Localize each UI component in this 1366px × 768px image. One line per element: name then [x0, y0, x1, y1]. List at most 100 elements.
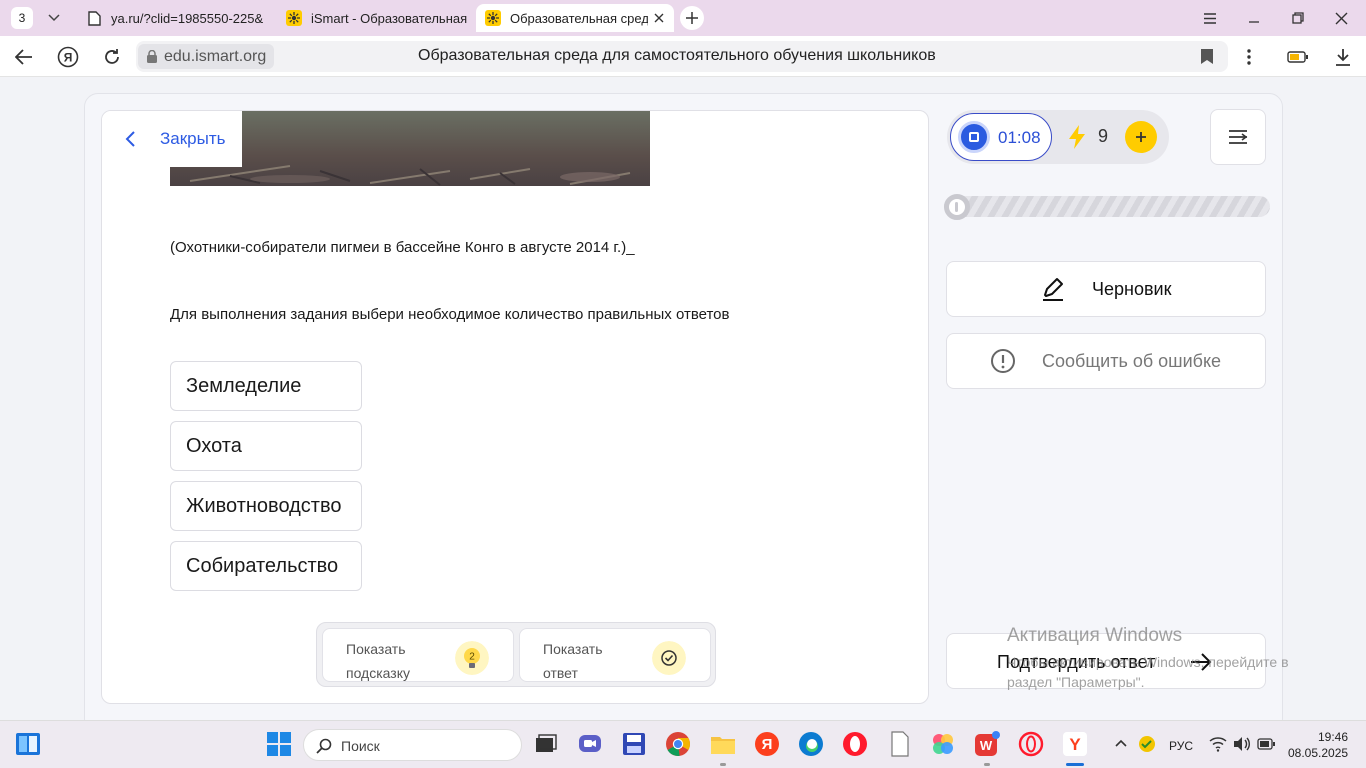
page-icon	[86, 10, 102, 26]
help-bar: Показать подсказку 2 Показать ответ	[316, 622, 716, 687]
show-hint-button[interactable]: Показать подсказку 2	[322, 628, 514, 682]
list-menu-icon	[1229, 130, 1248, 144]
address-bar: Я edu.ismart.org Образовательная среда д…	[0, 36, 1366, 77]
url-field[interactable]: edu.ismart.org Образовательная среда для…	[136, 41, 1228, 72]
minimize-button[interactable]	[1239, 6, 1269, 30]
tabs-dropdown-button[interactable]	[41, 7, 67, 29]
hint-count: 2	[469, 652, 475, 663]
close-row: Закрыть	[102, 111, 242, 167]
shield-app-icon[interactable]	[1138, 735, 1156, 753]
show-answer-label: Показать ответ	[543, 641, 603, 681]
new-tab-button[interactable]	[680, 6, 704, 30]
input-language[interactable]: РУС	[1169, 739, 1193, 753]
page-title: Образовательная среда для самостоятельно…	[418, 47, 936, 64]
svg-text:Я: Я	[64, 51, 73, 65]
lightning-icon	[1069, 125, 1085, 149]
show-hint-label: Показать подсказку	[346, 641, 410, 681]
close-task-link[interactable]: Закрыть	[124, 129, 225, 149]
wps-office-icon[interactable]: W	[974, 731, 1000, 757]
url-domain-chip[interactable]: edu.ismart.org	[138, 44, 275, 69]
answer-option[interactable]: Собирательство	[170, 541, 362, 591]
downloads-button[interactable]	[1330, 44, 1356, 70]
bookmark-icon[interactable]	[1200, 48, 1214, 65]
tab-label: ya.ru/?clid=1985550-225&	[111, 10, 264, 26]
confirm-answer-button[interactable]: Подтвердить ответ	[946, 633, 1266, 689]
plus-icon	[686, 12, 698, 24]
widgets-icon[interactable]	[15, 732, 41, 756]
chevron-down-icon	[48, 14, 60, 22]
running-indicator	[720, 763, 726, 766]
timer[interactable]: 01:08	[950, 113, 1052, 161]
svg-text:Y: Y	[1069, 735, 1081, 754]
arrow-right-icon	[1191, 653, 1212, 671]
back-button[interactable]	[11, 44, 37, 70]
search-label: Поиск	[341, 738, 380, 754]
chat-icon[interactable]	[577, 731, 603, 757]
windows-start-icon[interactable]	[266, 731, 292, 757]
report-error-button[interactable]: Сообщить об ошибке	[946, 333, 1266, 389]
wifi-icon[interactable]	[1209, 736, 1227, 752]
document-icon[interactable]	[887, 731, 913, 757]
opera-gx-icon[interactable]	[1018, 731, 1044, 757]
battery-saver-button[interactable]	[1285, 44, 1311, 70]
draft-label: Черновик	[1092, 279, 1172, 299]
download-icon	[1336, 49, 1350, 66]
task-instruction: Для выполнения задания выбери необходимо…	[170, 306, 730, 323]
battery-icon	[1287, 51, 1308, 63]
chrome-icon[interactable]	[665, 731, 691, 757]
tab-count-badge[interactable]: 3	[11, 7, 33, 29]
clock-time[interactable]: 19:46	[1318, 730, 1348, 744]
check-circle-icon	[652, 641, 686, 675]
task-progress-bar	[944, 193, 1270, 220]
photos-icon[interactable]	[930, 731, 956, 757]
volume-icon[interactable]	[1233, 736, 1251, 752]
restore-button[interactable]	[1283, 6, 1313, 30]
stop-icon[interactable]	[958, 121, 990, 153]
draft-button[interactable]: Черновик	[946, 261, 1266, 317]
answer-option[interactable]: Животноводство	[170, 481, 362, 531]
close-tab-icon[interactable]	[650, 9, 668, 27]
show-answer-button[interactable]: Показать ответ	[519, 628, 711, 682]
svg-text:Я: Я	[762, 736, 773, 753]
yandex-browser-icon[interactable]: Y	[1062, 731, 1088, 757]
taskbar-search[interactable]: Поиск	[303, 729, 522, 761]
tab-active[interactable]: Образовательная среда	[476, 4, 674, 32]
vertical-dots-icon	[1247, 49, 1251, 65]
yandex-icon[interactable]: Я	[754, 731, 780, 757]
tab-label: Образовательная среда	[510, 10, 648, 26]
energy-count: 9	[1098, 126, 1109, 146]
chevron-up-icon[interactable]	[1114, 736, 1128, 750]
tab-yandex[interactable]: ya.ru/?clid=1985550-225&	[78, 4, 272, 32]
clock-date[interactable]: 08.05.2025	[1288, 746, 1348, 760]
timer-value: 01:08	[998, 128, 1041, 147]
minimize-icon	[1249, 21, 1259, 23]
add-energy-button[interactable]	[1125, 121, 1157, 153]
close-window-button[interactable]	[1326, 6, 1356, 30]
browser-menu-button[interactable]	[1195, 6, 1225, 30]
report-error-label: Сообщить об ошибке	[1042, 351, 1222, 371]
task-menu-button[interactable]	[1210, 109, 1266, 165]
progress-knob[interactable]	[944, 193, 970, 220]
reload-icon	[105, 49, 119, 64]
save-app-icon[interactable]	[621, 731, 647, 757]
close-label: Закрыть	[160, 129, 226, 148]
opera-icon[interactable]	[842, 731, 868, 757]
ismart-logo-icon	[286, 10, 302, 26]
tab-strip: 3 ya.ru/?clid=1985550-225& iSmart - Обра…	[0, 0, 1366, 36]
warning-circle-icon	[991, 349, 1015, 373]
task-view-icon[interactable]	[532, 731, 558, 757]
status-pill: 01:08 9	[947, 110, 1169, 164]
more-menu-button[interactable]	[1236, 44, 1262, 70]
svg-text:W: W	[980, 738, 993, 753]
answer-option[interactable]: Охота	[170, 421, 362, 471]
file-explorer-icon[interactable]	[710, 731, 736, 757]
battery-icon[interactable]	[1257, 738, 1275, 750]
yandex-button[interactable]: Я	[55, 44, 81, 70]
reload-button[interactable]	[99, 44, 125, 70]
task-photo	[170, 111, 650, 186]
close-icon	[1335, 12, 1347, 24]
tab-ismart[interactable]: iSmart - Образовательная	[278, 4, 468, 32]
edge-icon[interactable]	[798, 731, 824, 757]
ismart-logo-icon	[485, 10, 501, 26]
answer-option[interactable]: Земледелие	[170, 361, 362, 411]
